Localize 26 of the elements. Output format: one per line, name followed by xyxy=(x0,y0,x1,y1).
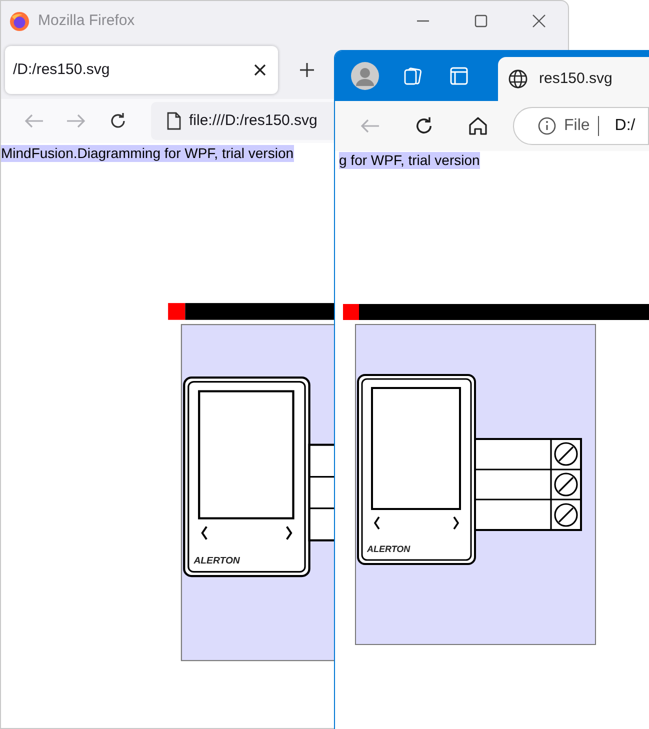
profile-avatar-icon[interactable] xyxy=(351,62,379,90)
maximize-icon xyxy=(474,14,488,28)
window-title: Mozilla Firefox xyxy=(38,10,135,31)
firefox-logo-icon xyxy=(9,10,30,32)
device-logo: ALERTON xyxy=(194,556,240,566)
globe-icon xyxy=(508,69,528,89)
anchor-square xyxy=(168,303,186,320)
device-logo: ALERTON xyxy=(367,544,410,554)
browser-tab[interactable]: res150.svg xyxy=(498,57,649,101)
plus-icon xyxy=(299,62,315,78)
trial-banner: g for WPF, trial version xyxy=(339,152,480,169)
address-field[interactable]: File D:/ xyxy=(513,107,649,145)
anchor-square xyxy=(343,304,359,320)
info-icon xyxy=(538,117,556,135)
back-arrow-icon xyxy=(24,113,44,129)
browser-tab[interactable]: /D:/res150.svg xyxy=(5,46,278,94)
reload-icon xyxy=(108,111,128,131)
forward-arrow-icon xyxy=(66,113,86,129)
address-field[interactable]: file:///D:/res150.svg xyxy=(151,102,337,140)
back-arrow-icon xyxy=(360,118,380,134)
home-icon xyxy=(468,116,488,136)
close-icon xyxy=(532,14,546,28)
trial-banner: MindFusion.Diagramming for WPF, trial version xyxy=(1,145,294,162)
tab-actions-icon[interactable] xyxy=(450,67,468,85)
page-icon xyxy=(167,112,181,130)
close-icon[interactable] xyxy=(254,64,266,76)
